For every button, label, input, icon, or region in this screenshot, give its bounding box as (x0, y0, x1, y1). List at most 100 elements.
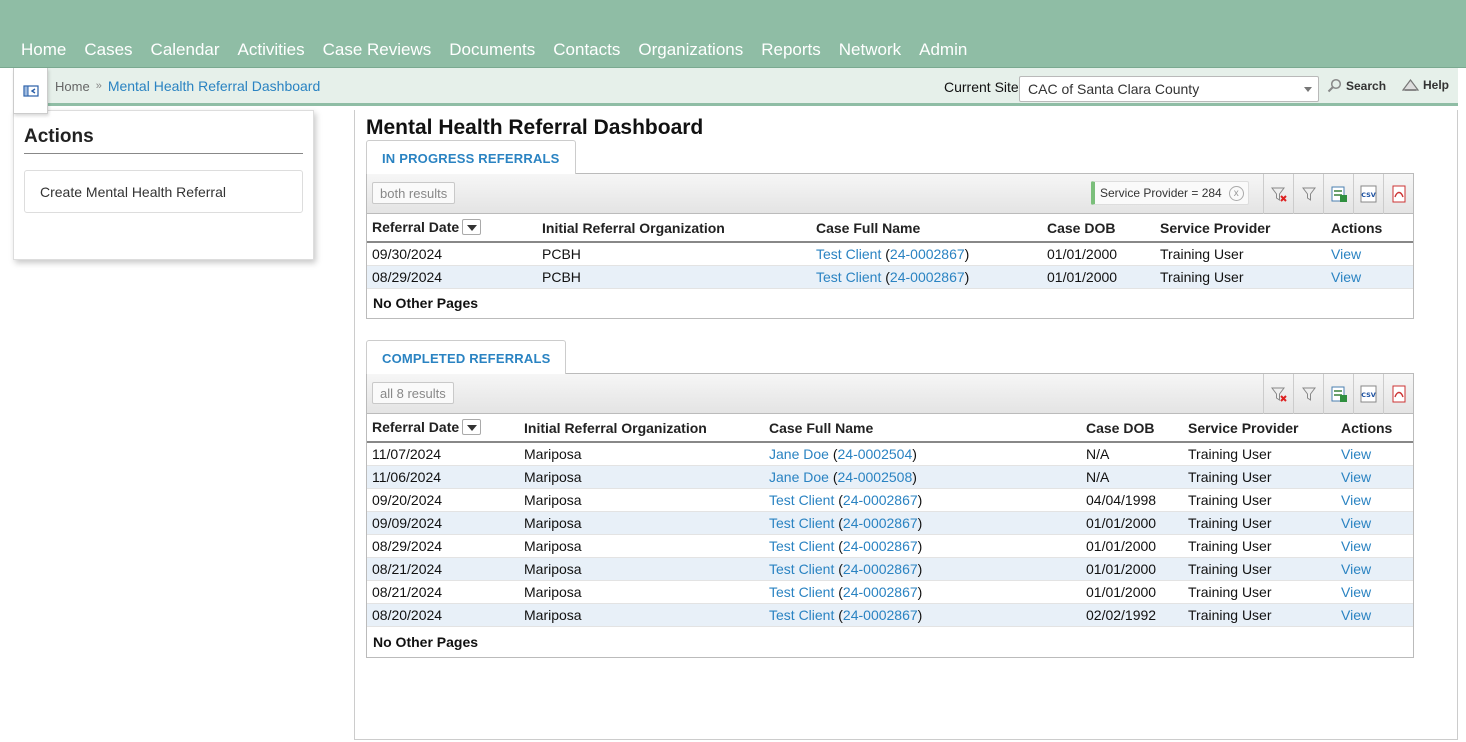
service-provider-cell: Training User (1155, 242, 1326, 266)
nav-cases[interactable]: Cases (75, 39, 141, 61)
actions-title: Actions (24, 126, 94, 147)
nav-reports[interactable]: Reports (752, 39, 830, 61)
nav-organizations[interactable]: Organizations (629, 39, 752, 61)
search-icon (1327, 78, 1342, 93)
svg-text:CSV: CSV (1361, 391, 1376, 399)
svg-text:CSV: CSV (1361, 191, 1376, 199)
csv-export-button[interactable]: CSV (1353, 174, 1383, 214)
case-number-link[interactable]: 24-0002867 (843, 561, 918, 577)
clear-filter-button[interactable] (1263, 174, 1293, 214)
case-number-link[interactable]: 24-0002867 (890, 269, 965, 285)
filter-button[interactable] (1293, 174, 1323, 214)
main-nav: Home Cases Calendar Activities Case Revi… (12, 39, 976, 61)
case-number-link[interactable]: 24-0002867 (843, 538, 918, 554)
excel-export-button[interactable] (1323, 174, 1353, 214)
service-provider-cell: Training User (1183, 511, 1336, 535)
case-number-link[interactable]: 24-0002504 (838, 446, 913, 462)
referral-date-cell: 08/20/2024 (367, 603, 519, 627)
column-header-actions: Actions (1336, 414, 1413, 443)
view-link[interactable]: View (1341, 538, 1371, 554)
pdf-export-button[interactable] (1383, 374, 1413, 414)
clear-filter-icon (1270, 187, 1287, 202)
search-link[interactable]: Search (1327, 78, 1386, 93)
organization-cell: Mariposa (519, 603, 764, 627)
remove-filter-icon[interactable]: x (1228, 186, 1244, 201)
case-number-link[interactable]: 24-0002867 (843, 607, 918, 623)
organization-cell: PCBH (537, 242, 811, 266)
csv-export-button[interactable]: CSV (1353, 374, 1383, 414)
in-progress-results-count: both results (372, 182, 456, 204)
nav-network[interactable]: Network (830, 39, 910, 61)
nav-admin[interactable]: Admin (910, 39, 976, 61)
case-number-link[interactable]: 24-0002867 (890, 246, 965, 262)
case-name-link[interactable]: Test Client (816, 269, 881, 285)
nav-activities[interactable]: Activities (229, 39, 314, 61)
case-full-name-cell: Test Client (24-0002867) (811, 265, 1042, 289)
pdf-export-icon (1392, 185, 1405, 203)
view-link[interactable]: View (1341, 515, 1371, 531)
view-link[interactable]: View (1341, 492, 1371, 508)
excel-export-button[interactable] (1323, 374, 1353, 414)
sort-dropdown-icon[interactable] (462, 419, 482, 436)
view-link[interactable]: View (1341, 584, 1371, 600)
tab-in-progress-referrals[interactable]: IN PROGRESS REFERRALS (366, 140, 576, 174)
nav-calendar[interactable]: Calendar (142, 39, 229, 61)
filter-button[interactable] (1293, 374, 1323, 414)
service-provider-cell: Training User (1183, 580, 1336, 604)
nav-contacts[interactable]: Contacts (544, 39, 629, 61)
column-header-case-dob[interactable]: Case DOB (1042, 214, 1155, 243)
chevron-down-icon (1304, 87, 1312, 92)
clear-filter-button[interactable] (1263, 374, 1293, 414)
nav-case-reviews[interactable]: Case Reviews (314, 39, 441, 61)
breadcrumb-current[interactable]: Mental Health Referral Dashboard (108, 78, 320, 94)
service-provider-filter-chip: Service Provider = 284 x (1091, 181, 1249, 205)
column-header-initial-referral-organization[interactable]: Initial Referral Organization (519, 414, 764, 443)
pdf-export-icon (1392, 385, 1405, 403)
view-link[interactable]: View (1341, 607, 1371, 623)
table-row: 08/29/2024 Mariposa Test Client (24-000286… (367, 534, 1413, 558)
column-header-referral-date[interactable]: Referral Date (367, 414, 519, 443)
view-link[interactable]: View (1331, 269, 1361, 285)
view-link[interactable]: View (1341, 561, 1371, 577)
help-icon (1402, 79, 1419, 91)
sort-dropdown-icon[interactable] (462, 219, 482, 236)
breadcrumb-home[interactable]: Home (55, 79, 90, 94)
case-number-link[interactable]: 24-0002867 (843, 492, 918, 508)
column-header-service-provider[interactable]: Service Provider (1155, 214, 1326, 243)
case-name-link[interactable]: Jane Doe (769, 446, 829, 462)
column-header-initial-referral-organization[interactable]: Initial Referral Organization (537, 214, 811, 243)
view-link[interactable]: View (1341, 469, 1371, 485)
column-header-service-provider[interactable]: Service Provider (1183, 414, 1336, 443)
service-provider-cell: Training User (1155, 265, 1326, 289)
column-header-case-full-name[interactable]: Case Full Name (811, 214, 1042, 243)
create-mental-health-referral-button[interactable]: Create Mental Health Referral (24, 170, 303, 213)
case-name-link[interactable]: Test Client (769, 515, 834, 531)
case-name-link[interactable]: Test Client (769, 538, 834, 554)
current-site-select[interactable]: CAC of Santa Clara County (1019, 76, 1319, 102)
case-name-link[interactable]: Test Client (769, 607, 834, 623)
column-header-case-dob[interactable]: Case DOB (1081, 414, 1183, 443)
case-number-link[interactable]: 24-0002867 (843, 584, 918, 600)
case-full-name-cell: Test Client (24-0002867) (764, 603, 1081, 627)
case-full-name-cell: Jane Doe (24-0002508) (764, 465, 1081, 489)
pdf-export-button[interactable] (1383, 174, 1413, 214)
case-name-link[interactable]: Test Client (816, 246, 881, 262)
nav-home[interactable]: Home (12, 39, 75, 61)
csv-export-icon: CSV (1360, 185, 1376, 203)
sidebar-toggle-button[interactable] (13, 68, 48, 114)
help-link[interactable]: Help (1402, 78, 1449, 92)
case-number-link[interactable]: 24-0002508 (838, 469, 913, 485)
column-header-referral-date[interactable]: Referral Date (367, 214, 537, 243)
case-name-link[interactable]: Jane Doe (769, 469, 829, 485)
case-name-link[interactable]: Test Client (769, 584, 834, 600)
tab-completed-referrals[interactable]: COMPLETED REFERRALS (366, 340, 567, 374)
case-name-link[interactable]: Test Client (769, 492, 834, 508)
view-link[interactable]: View (1341, 446, 1371, 462)
case-full-name-cell: Test Client (24-0002867) (764, 534, 1081, 558)
case-number-link[interactable]: 24-0002867 (843, 515, 918, 531)
nav-documents[interactable]: Documents (440, 39, 544, 61)
view-link[interactable]: View (1331, 246, 1361, 262)
case-full-name-cell: Test Client (24-0002867) (764, 557, 1081, 581)
column-header-case-full-name[interactable]: Case Full Name (764, 414, 1081, 443)
case-name-link[interactable]: Test Client (769, 561, 834, 577)
